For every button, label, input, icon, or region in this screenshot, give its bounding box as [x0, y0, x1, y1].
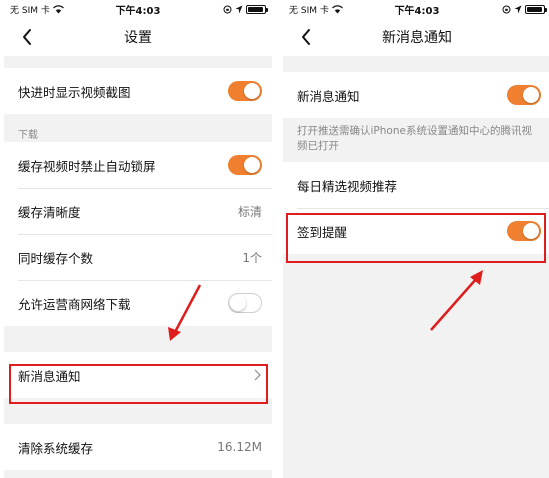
settings-screen: 无 SIM 卡 下午4:03 设置 快进时显示视频截图 下载 缓存视频时禁止自动…	[4, 0, 272, 478]
battery-icon	[246, 4, 268, 14]
location-icon	[235, 5, 243, 13]
lock-rotation-icon	[502, 5, 511, 13]
location-icon	[514, 5, 522, 13]
notification-settings-screen: 无 SIM 卡 下午4:03 新消息通知 新消息通知 打开推送需确认iPhone…	[283, 0, 549, 478]
annotation-arrow	[168, 284, 202, 341]
lock-rotation-icon	[223, 5, 232, 13]
battery-icon	[525, 4, 547, 14]
screenshot-stage: 无 SIM 卡 下午4:03 设置 快进时显示视频截图 下载 缓存视频时禁止自动…	[0, 0, 549, 478]
annotation-arrow	[430, 270, 483, 331]
